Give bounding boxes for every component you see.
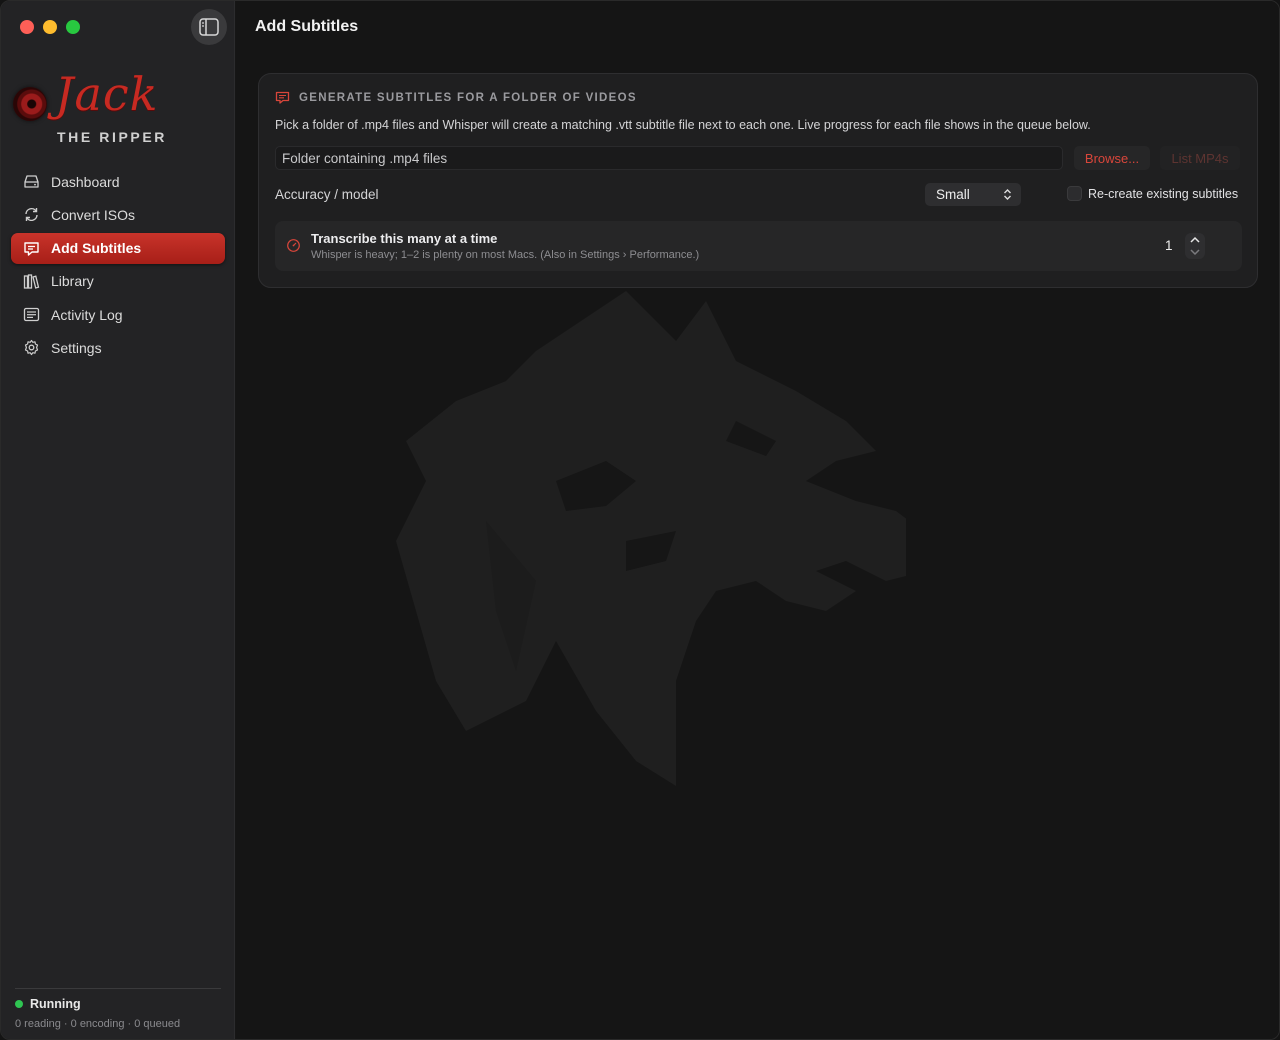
chevron-down-icon[interactable] (1189, 248, 1201, 256)
toggle-sidebar-button[interactable] (191, 9, 227, 45)
close-window-button[interactable] (20, 20, 34, 34)
sidebar-item-label: Dashboard (51, 173, 120, 190)
sidebar-item-label: Add Subtitles (51, 240, 142, 257)
model-select[interactable]: Small (925, 183, 1021, 206)
sidebar-item-convert-isos[interactable]: Convert ISOs (11, 199, 225, 230)
concurrency-title: Transcribe this many at a time (311, 231, 498, 246)
sidebar-item-label: Activity Log (51, 306, 123, 323)
dragon-watermark-icon (396, 291, 906, 786)
browse-button[interactable]: Browse... (1074, 146, 1150, 170)
gear-icon (24, 340, 39, 356)
minimize-window-button[interactable] (43, 20, 57, 34)
sidebar-nav: Dashboard Convert ISOs Add Subtitles Lib… (11, 166, 225, 366)
status-label: Running (30, 997, 81, 1011)
gauge-icon (287, 239, 300, 252)
sidebar-icon (199, 18, 219, 36)
card-heading: GENERATE SUBTITLES FOR A FOLDER OF VIDEO… (299, 91, 637, 104)
app-logo: Jack THE RIPPER (11, 67, 225, 151)
logo-subtitle: THE RIPPER (57, 129, 168, 145)
sidebar-item-label: Settings (51, 339, 102, 356)
status-panel: Running 0 reading · 0 encoding · 0 queue… (15, 988, 221, 1030)
log-icon (23, 308, 40, 322)
folder-input[interactable] (275, 146, 1063, 170)
card-header: GENERATE SUBTITLES FOR A FOLDER OF VIDEO… (275, 90, 637, 105)
sidebar-item-label: Convert ISOs (51, 206, 136, 223)
chevron-up-down-icon (1004, 189, 1011, 200)
zoom-window-button[interactable] (66, 20, 80, 34)
app-window: Jack THE RIPPER Dashboard Convert ISOs A… (0, 0, 1280, 1040)
drive-icon (24, 175, 39, 188)
status-detail: 0 reading · 0 encoding · 0 queued (15, 1018, 181, 1030)
subtitles-card: GENERATE SUBTITLES FOR A FOLDER OF VIDEO… (258, 73, 1258, 288)
status-row: Running (15, 997, 221, 1011)
sidebar-item-settings[interactable]: Settings (11, 332, 225, 363)
main-content: Add Subtitles GENERATE SUBTITLES FOR A F… (236, 1, 1279, 1039)
sidebar: Jack THE RIPPER Dashboard Convert ISOs A… (1, 1, 235, 1039)
status-dot-icon (15, 1000, 23, 1008)
page-title: Add Subtitles (255, 18, 359, 35)
model-label: Accuracy / model (275, 187, 379, 202)
sidebar-item-dashboard[interactable]: Dashboard (11, 166, 225, 197)
concurrency-setting: Transcribe this many at a time Whisper i… (275, 221, 1242, 271)
refresh-icon (25, 208, 38, 222)
concurrency-stepper[interactable] (1185, 233, 1205, 259)
sidebar-item-activity-log[interactable]: Activity Log (11, 299, 225, 330)
card-description: Pick a folder of .mp4 files and Whisper … (275, 118, 1091, 132)
list-mp4s-button[interactable]: List MP4s (1160, 146, 1240, 170)
model-select-value: Small (936, 187, 970, 202)
captions-icon (24, 241, 39, 256)
concurrency-description: Whisper is heavy; 1–2 is plenty on most … (311, 249, 700, 261)
chevron-up-icon[interactable] (1189, 236, 1201, 244)
recreate-subtitles-label: Re-create existing subtitles (1088, 186, 1239, 201)
library-icon (23, 274, 40, 289)
captions-icon (275, 91, 290, 104)
disc-icon (13, 87, 47, 121)
recreate-subtitles-checkbox[interactable] (1067, 186, 1082, 201)
recreate-subtitles-option[interactable]: Re-create existing subtitles (1067, 186, 1238, 201)
sidebar-item-add-subtitles[interactable]: Add Subtitles (11, 232, 225, 264)
sidebar-item-label: Library (51, 273, 94, 290)
concurrency-value: 1 (1165, 238, 1173, 253)
logo-word: Jack (55, 67, 159, 121)
window-controls (20, 20, 80, 34)
sidebar-item-library[interactable]: Library (11, 266, 225, 297)
